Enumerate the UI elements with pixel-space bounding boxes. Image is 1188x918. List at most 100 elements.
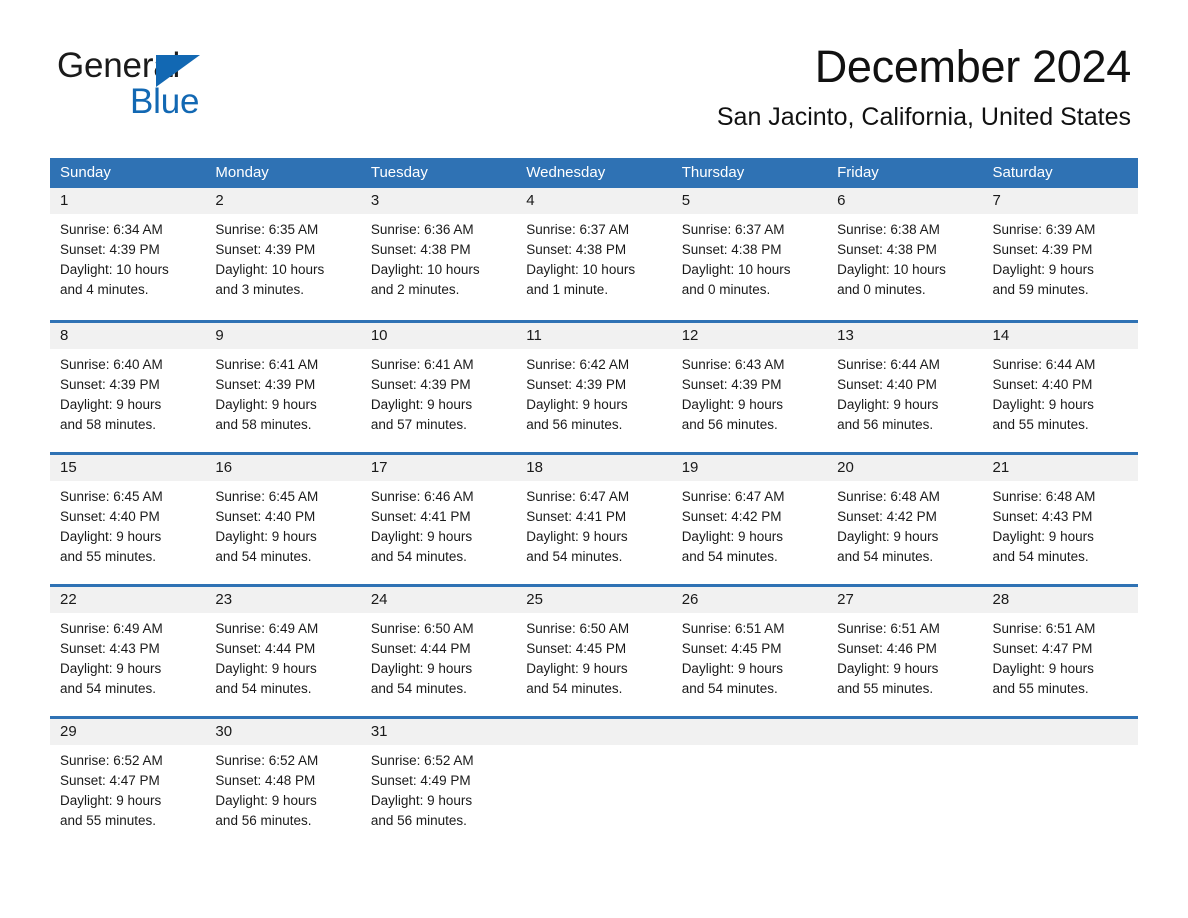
day-cell-20[interactable]: 20 Sunrise: 6:48 AM Sunset: 4:42 PM Dayligh… (827, 455, 983, 584)
day-cell-19[interactable]: 19 Sunrise: 6:47 AM Sunset: 4:42 PM Dayligh… (671, 455, 828, 584)
daylight-duration-line2: and 54 minutes. (370, 681, 467, 696)
sunrise-time: Sunrise: 6:50 AM (370, 621, 474, 636)
sunset-time: Sunset: 4:49 PM (370, 773, 471, 788)
sunset-time: Sunset: 4:38 PM (681, 242, 782, 257)
day-cell-18[interactable]: 18 Sunrise: 6:47 AM Sunset: 4:41 PM Dayligh… (516, 455, 672, 584)
day-cell-14[interactable]: 14 Sunrise: 6:44 AM Sunset: 4:40 PM Dayligh… (982, 323, 1138, 452)
day-cell-25[interactable]: 25 Sunrise: 6:50 AM Sunset: 4:45 PM Dayligh… (516, 587, 672, 716)
sunset-time: Sunset: 4:42 PM (837, 509, 937, 524)
day-cell-28[interactable]: 28 Sunrise: 6:51 AM Sunset: 4:47 PM Dayligh… (982, 587, 1138, 716)
sunset-time: Sunset: 4:39 PM (215, 377, 316, 392)
sunrise-time: Sunrise: 6:40 AM (60, 357, 163, 372)
day-cell-29[interactable]: 29 Sunrise: 6:52 AM Sunset: 4:47 PM Dayligh… (50, 719, 206, 848)
day-cell-5[interactable]: 5 Sunrise: 6:37 AM Sunset: 4:38 PM Daylight… (671, 188, 828, 320)
day-details: Sunrise: 6:46 AM Sunset: 4:41 PM Daylight:… (361, 481, 516, 567)
sunrise-time: Sunrise: 6:47 AM (681, 489, 785, 504)
day-details: Sunrise: 6:50 AM Sunset: 4:45 PM Daylight:… (516, 613, 671, 699)
day-cell-empty (827, 719, 983, 848)
calendar-week-row: 29 Sunrise: 6:52 AM Sunset: 4:47 PM Dayligh… (50, 716, 1138, 848)
day-cell-13[interactable]: 13 Sunrise: 6:44 AM Sunset: 4:40 PM Dayligh… (827, 323, 983, 452)
day-cell-27[interactable]: 27 Sunrise: 6:51 AM Sunset: 4:46 PM Dayligh… (827, 587, 983, 716)
day-number: 1 (50, 188, 206, 214)
day-number (516, 719, 672, 745)
day-cell-16[interactable]: 16 Sunrise: 6:45 AM Sunset: 4:40 PM Dayligh… (205, 455, 361, 584)
day-number: 10 (360, 323, 517, 349)
daylight-duration-line1: Daylight: 9 hours (681, 397, 783, 412)
generalblue-logo[interactable]: General Blue (57, 48, 257, 120)
day-number: 25 (516, 587, 672, 613)
day-number: 18 (516, 455, 672, 481)
sunset-time: Sunset: 4:39 PM (370, 377, 471, 392)
sunset-time: Sunset: 4:41 PM (370, 509, 471, 524)
daylight-duration-line1: Daylight: 10 hours (681, 262, 791, 277)
logo-text-general-row: General (57, 48, 257, 87)
daylight-duration-line1: Daylight: 10 hours (526, 262, 636, 277)
sunset-time: Sunset: 4:44 PM (215, 641, 316, 656)
sunrise-time: Sunrise: 6:49 AM (60, 621, 163, 636)
day-number: 27 (827, 587, 983, 613)
sunrise-time: Sunrise: 6:49 AM (215, 621, 319, 636)
day-cell-9[interactable]: 9 Sunrise: 6:41 AM Sunset: 4:39 PM Daylight… (205, 323, 361, 452)
day-details: Sunrise: 6:52 AM Sunset: 4:49 PM Daylight:… (361, 745, 516, 831)
day-cell-2[interactable]: 2 Sunrise: 6:35 AM Sunset: 4:39 PM Daylight… (205, 188, 361, 320)
sunrise-time: Sunrise: 6:48 AM (837, 489, 940, 504)
sunrise-time: Sunrise: 6:45 AM (60, 489, 163, 504)
sunrise-time: Sunrise: 6:39 AM (992, 222, 1096, 237)
day-cell-30[interactable]: 30 Sunrise: 6:52 AM Sunset: 4:48 PM Dayligh… (205, 719, 361, 848)
sunrise-time: Sunrise: 6:37 AM (526, 222, 630, 237)
day-number: 21 (982, 455, 1138, 481)
day-cell-31[interactable]: 31 Sunrise: 6:52 AM Sunset: 4:49 PM Dayligh… (360, 719, 517, 848)
daylight-duration-line1: Daylight: 9 hours (992, 397, 1094, 412)
sunset-time: Sunset: 4:40 PM (837, 377, 937, 392)
day-cell-1[interactable]: 1 Sunrise: 6:34 AM Sunset: 4:39 PM Daylight… (50, 188, 206, 320)
day-number: 8 (50, 323, 206, 349)
sunrise-time: Sunrise: 6:51 AM (992, 621, 1096, 636)
daylight-duration-line1: Daylight: 9 hours (60, 793, 162, 808)
day-cell-7[interactable]: 7 Sunrise: 6:39 AM Sunset: 4:39 PM Daylight… (982, 188, 1138, 320)
daylight-duration-line2: and 55 minutes. (992, 681, 1089, 696)
day-cell-22[interactable]: 22 Sunrise: 6:49 AM Sunset: 4:43 PM Dayligh… (50, 587, 206, 716)
day-cell-10[interactable]: 10 Sunrise: 6:41 AM Sunset: 4:39 PM Dayligh… (360, 323, 517, 452)
daylight-duration-line1: Daylight: 9 hours (526, 397, 628, 412)
day-number: 16 (205, 455, 361, 481)
day-cell-24[interactable]: 24 Sunrise: 6:50 AM Sunset: 4:44 PM Dayligh… (360, 587, 517, 716)
day-number: 6 (827, 188, 983, 214)
weekday-header-monday: Monday (215, 164, 269, 181)
sunset-time: Sunset: 4:41 PM (526, 509, 627, 524)
day-cell-23[interactable]: 23 Sunrise: 6:49 AM Sunset: 4:44 PM Dayligh… (205, 587, 361, 716)
daylight-duration-line1: Daylight: 10 hours (837, 262, 946, 277)
sunset-time: Sunset: 4:48 PM (215, 773, 316, 788)
day-details: Sunrise: 6:43 AM Sunset: 4:39 PM Daylight:… (672, 349, 827, 435)
sunrise-time: Sunrise: 6:51 AM (681, 621, 785, 636)
day-cell-15[interactable]: 15 Sunrise: 6:45 AM Sunset: 4:40 PM Dayligh… (50, 455, 206, 584)
day-cell-17[interactable]: 17 Sunrise: 6:46 AM Sunset: 4:41 PM Dayligh… (360, 455, 517, 584)
sunset-time: Sunset: 4:45 PM (681, 641, 782, 656)
weekday-header-saturday: Saturday (992, 164, 1053, 181)
sunset-time: Sunset: 4:47 PM (60, 773, 160, 788)
daylight-duration-line2: and 54 minutes. (992, 549, 1089, 564)
day-cell-8[interactable]: 8 Sunrise: 6:40 AM Sunset: 4:39 PM Daylight… (50, 323, 206, 452)
day-details: Sunrise: 6:44 AM Sunset: 4:40 PM Daylight:… (827, 349, 982, 435)
title-block: December 2024 San Jacinto, California, U… (717, 44, 1131, 132)
day-number: 19 (671, 455, 828, 481)
day-number: 31 (360, 719, 517, 745)
daylight-duration-line2: and 56 minutes. (370, 813, 467, 828)
day-cell-4[interactable]: 4 Sunrise: 6:37 AM Sunset: 4:38 PM Daylight… (516, 188, 672, 320)
day-cell-26[interactable]: 26 Sunrise: 6:51 AM Sunset: 4:45 PM Dayligh… (671, 587, 828, 716)
daylight-duration-line2: and 55 minutes. (60, 549, 157, 564)
day-cell-3[interactable]: 3 Sunrise: 6:36 AM Sunset: 4:38 PM Daylight… (360, 188, 517, 320)
day-cell-6[interactable]: 6 Sunrise: 6:38 AM Sunset: 4:38 PM Daylight… (827, 188, 983, 320)
daylight-duration-line1: Daylight: 9 hours (370, 529, 473, 544)
sunset-time: Sunset: 4:40 PM (215, 509, 316, 524)
sunrise-time: Sunrise: 6:36 AM (370, 222, 474, 237)
daylight-duration-line2: and 1 minute. (526, 282, 609, 297)
day-details: Sunrise: 6:51 AM Sunset: 4:45 PM Daylight:… (672, 613, 827, 699)
day-cell-12[interactable]: 12 Sunrise: 6:43 AM Sunset: 4:39 PM Dayligh… (671, 323, 828, 452)
location-subtitle: San Jacinto, California, United States (716, 103, 1131, 131)
daylight-duration-line1: Daylight: 9 hours (681, 661, 783, 676)
day-cell-21[interactable]: 21 Sunrise: 6:48 AM Sunset: 4:43 PM Dayligh… (982, 455, 1138, 584)
day-number: 29 (50, 719, 206, 745)
day-cell-11[interactable]: 11 Sunrise: 6:42 AM Sunset: 4:39 PM Dayligh… (516, 323, 672, 452)
sunrise-time: Sunrise: 6:48 AM (992, 489, 1096, 504)
daylight-duration-line2: and 3 minutes. (215, 282, 304, 297)
